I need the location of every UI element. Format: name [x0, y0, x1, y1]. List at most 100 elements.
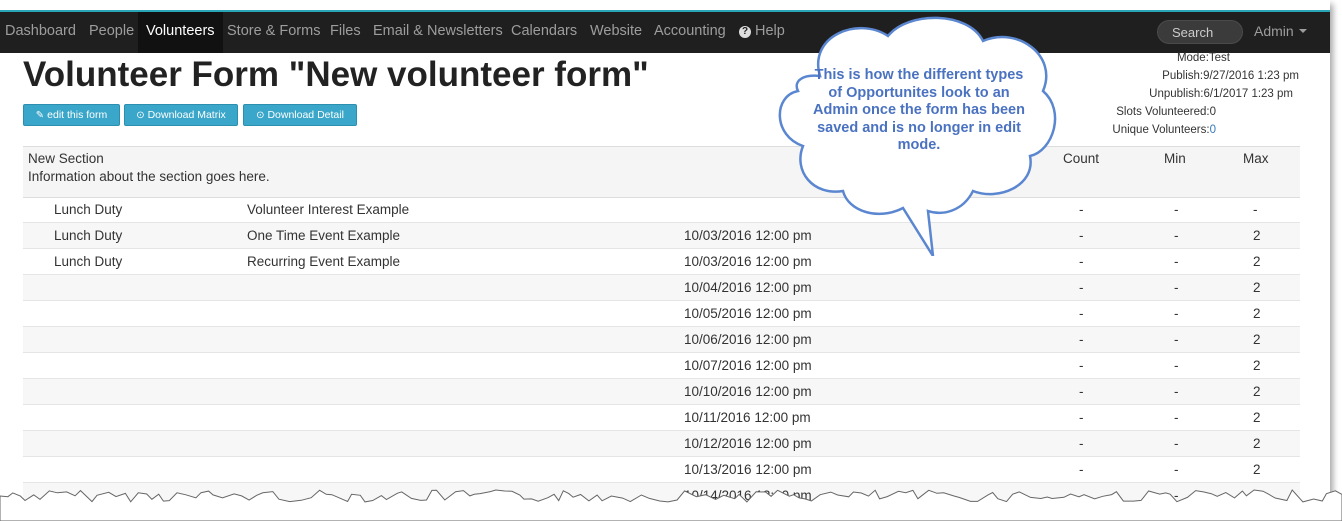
help-icon: ? — [739, 26, 751, 38]
row-group: Lunch Duty — [54, 228, 123, 243]
edit-form-label: edit this form — [47, 109, 108, 121]
row-max: 2 — [1253, 332, 1261, 347]
torn-edge — [0, 489, 1342, 521]
row-min: - — [1174, 332, 1179, 347]
section-title: New Section — [28, 151, 104, 166]
row-min: - — [1174, 462, 1179, 477]
row-max: 2 — [1253, 358, 1261, 373]
row-date: 10/06/2016 12:00 pm — [684, 332, 812, 347]
row-min: - — [1174, 228, 1179, 243]
page-title: Volunteer Form "New volunteer form" — [23, 55, 649, 94]
row-min: - — [1174, 202, 1179, 217]
row-count: - — [1079, 254, 1084, 269]
table-row: 10/04/2016 12:00 pm - - 2 — [23, 275, 1300, 301]
row-date: 10/13/2016 12:00 pm — [684, 462, 812, 477]
row-min: - — [1174, 410, 1179, 425]
section-header: New Section Information about the sectio… — [23, 146, 1300, 198]
row-max: - — [1253, 202, 1258, 217]
nav-store-forms[interactable]: Store & Forms — [227, 23, 320, 39]
row-max: 2 — [1253, 410, 1261, 425]
download-detail-label: Download Detail — [267, 109, 344, 121]
opportunity-table: Lunch Duty Volunteer Interest Example - - - L… — [23, 197, 1300, 509]
row-date: 10/05/2016 12:00 pm — [684, 306, 812, 321]
row-count: - — [1079, 384, 1084, 399]
table-row: 10/13/2016 12:00 pm - - 2 — [23, 457, 1300, 483]
admin-label: Admin — [1254, 23, 1294, 39]
meta-publish: Publish:9/27/2016 1:23 pm — [1162, 70, 1299, 82]
row-min: - — [1174, 436, 1179, 451]
admin-menu[interactable]: Admin — [1254, 23, 1307, 39]
row-count: - — [1079, 280, 1084, 295]
download-icon: ⊙ — [256, 110, 265, 121]
edit-icon: ✎ — [35, 110, 45, 121]
nav-calendars[interactable]: Calendars — [511, 23, 577, 39]
meta-unique-label: Unique Volunteers: — [1112, 124, 1210, 136]
caret-down-icon — [1298, 29, 1307, 33]
top-strip — [0, 0, 1330, 10]
nav-accounting[interactable]: Accounting — [654, 23, 726, 39]
row-min: - — [1174, 384, 1179, 399]
table-row: Lunch Duty Volunteer Interest Example - - - — [23, 197, 1300, 223]
row-count: - — [1079, 436, 1084, 451]
row-name: Volunteer Interest Example — [247, 202, 410, 217]
row-count: - — [1079, 410, 1084, 425]
row-group: Lunch Duty — [54, 202, 123, 217]
row-max: 2 — [1253, 306, 1261, 321]
table-row: 10/06/2016 12:00 pm - - 2 — [23, 327, 1300, 353]
table-row: 10/11/2016 12:00 pm - - 2 — [23, 405, 1300, 431]
row-group: Lunch Duty — [54, 254, 123, 269]
col-min-header: Min — [1164, 151, 1186, 166]
callout-text: This is how the different types of Oppor… — [813, 67, 1025, 153]
col-count-header: Count — [1063, 151, 1100, 166]
edit-form-button[interactable]: ✎ edit this form — [23, 104, 120, 126]
meta-slots: Slots Volunteered:0 — [1116, 106, 1216, 118]
table-row: 10/07/2016 12:00 pm - - 2 — [23, 353, 1300, 379]
table-row: 10/05/2016 12:00 pm - - 2 — [23, 301, 1300, 327]
table-row: 10/12/2016 12:00 pm - - 2 — [23, 431, 1300, 457]
row-count: - — [1079, 306, 1084, 321]
nav-people[interactable]: People — [89, 23, 134, 39]
row-min: - — [1174, 358, 1179, 373]
row-count: - — [1079, 332, 1084, 347]
table-row: Lunch Duty Recurring Event Example 10/03/2… — [23, 249, 1300, 275]
download-matrix-button[interactable]: ⊙ Download Matrix — [124, 104, 238, 126]
row-count: - — [1079, 202, 1084, 217]
row-max: 2 — [1253, 384, 1261, 399]
row-max: 2 — [1253, 280, 1261, 295]
row-count: - — [1079, 228, 1084, 243]
col-max-header: Max — [1243, 151, 1269, 166]
nav-volunteers[interactable]: Volunteers — [138, 12, 223, 53]
meta-unpublish: Unpublish:6/1/2017 1:23 pm — [1149, 88, 1293, 100]
download-icon: ⊙ — [136, 110, 145, 121]
row-max: 2 — [1253, 228, 1261, 243]
row-min: - — [1174, 306, 1179, 321]
top-navbar: Dashboard People Volunteers Store & Form… — [0, 10, 1330, 53]
row-date: 10/10/2016 12:00 pm — [684, 384, 812, 399]
unique-volunteers-link[interactable]: 0 — [1210, 124, 1216, 136]
nav-email-newsletters[interactable]: Email & Newsletters — [373, 23, 503, 39]
nav-files[interactable]: Files — [330, 23, 361, 39]
row-name: One Time Event Example — [247, 228, 401, 243]
nav-dashboard[interactable]: Dashboard — [5, 23, 76, 39]
row-count: - — [1079, 358, 1084, 373]
table-row: 10/10/2016 12:00 pm - - 2 — [23, 379, 1300, 405]
row-date: 10/03/2016 12:00 pm — [684, 254, 812, 269]
meta-mode: Mode:Test — [1176, 52, 1230, 64]
row-max: 2 — [1253, 436, 1261, 451]
row-max: 2 — [1253, 462, 1261, 477]
search-input[interactable]: Search — [1157, 20, 1243, 44]
section-description: Information about the section goes here. — [28, 169, 270, 184]
row-max: 2 — [1253, 254, 1261, 269]
row-name: Recurring Event Example — [247, 254, 401, 269]
row-date: 10/11/2016 12:00 pm — [684, 410, 811, 425]
download-matrix-label: Download Matrix — [147, 109, 226, 121]
download-detail-button[interactable]: ⊙ Download Detail — [243, 104, 357, 126]
row-min: - — [1174, 254, 1179, 269]
meta-unique: Unique Volunteers:0 — [1112, 124, 1216, 136]
row-date: 10/07/2016 12:00 pm — [684, 358, 812, 373]
nav-website[interactable]: Website — [590, 23, 642, 39]
row-min: - — [1174, 280, 1179, 295]
app-window: Dashboard People Volunteers Store & Form… — [0, 0, 1330, 510]
table-row: Lunch Duty One Time Event Example 10/03/20… — [23, 223, 1300, 249]
row-date: 10/12/2016 12:00 pm — [684, 436, 812, 451]
